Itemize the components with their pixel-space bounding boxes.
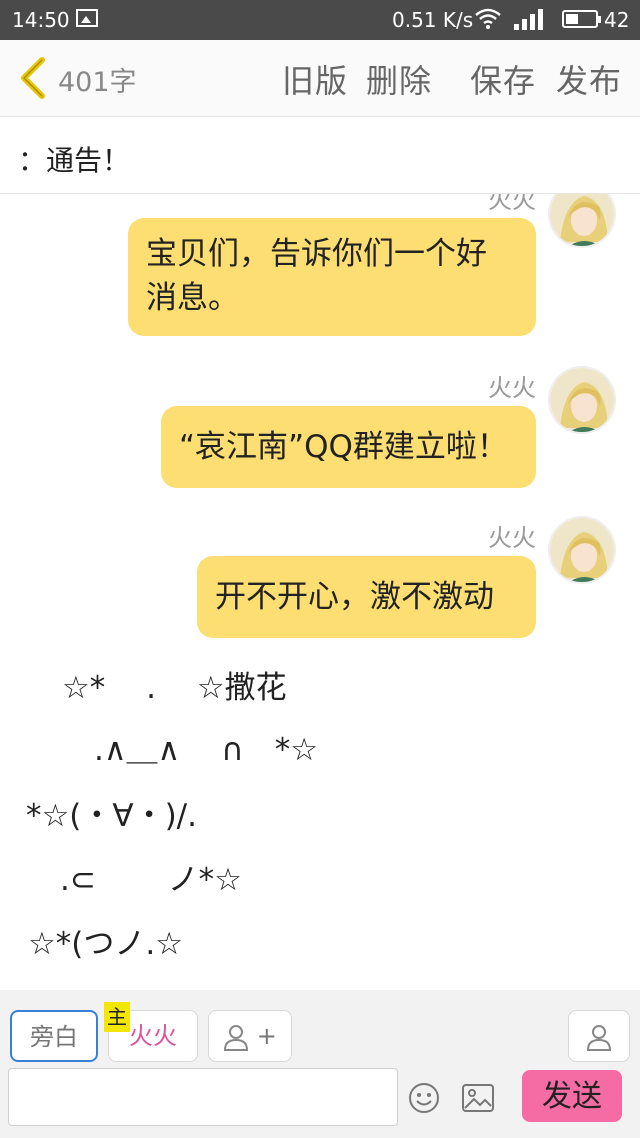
main-character-badge: 主 — [104, 1002, 130, 1032]
status-bar: 14:50 0.51 K/s 42 — [0, 0, 640, 40]
emoji-icon[interactable] — [408, 1082, 440, 1114]
character-avatar[interactable] — [548, 366, 616, 434]
narration-role-button[interactable]: 旁白 — [10, 1010, 98, 1062]
narration-line: *☆(・∀・)/. — [26, 798, 197, 834]
status-time: 14:50 — [12, 8, 70, 32]
message-text-line: 消息。 — [146, 280, 239, 316]
add-person-icon — [224, 1025, 249, 1051]
battery-icon — [562, 10, 601, 28]
narration-line: .∧＿∧ ∩ *☆ — [94, 732, 319, 768]
delete-button[interactable]: 删除 — [366, 56, 432, 102]
image-icon[interactable] — [462, 1084, 494, 1112]
message-input[interactable] — [8, 1068, 398, 1126]
back-chevron-icon[interactable] — [16, 56, 52, 100]
word-count: 401字 — [58, 67, 137, 98]
single-role-button[interactable] — [568, 1010, 630, 1062]
character-avatar[interactable] — [548, 194, 616, 248]
chat-content[interactable]: 火火 宝贝们，告诉你们一个好 消息。 火火 “哀江南”QQ群建立啦！ 火火 开不… — [0, 194, 640, 990]
character-avatar[interactable] — [548, 516, 616, 584]
send-button[interactable]: 发送 — [522, 1070, 622, 1122]
message-bubble[interactable]: “哀江南”QQ群建立啦！ — [161, 406, 536, 488]
message-bubble[interactable]: 开不开心，激不激动 — [197, 556, 536, 638]
add-role-plus: + — [256, 1022, 277, 1050]
battery-level: 42 — [604, 8, 630, 32]
old-version-button[interactable]: 旧版 — [282, 56, 348, 102]
narration-line: ☆* . ☆撒花 — [62, 670, 287, 706]
story-title-bar[interactable]: ：通告！ — [0, 117, 640, 194]
publish-button[interactable]: 发布 — [556, 56, 622, 102]
speaker-name: 火火 — [488, 524, 536, 552]
top-navbar: 401字 旧版 删除 保存 发布 — [0, 40, 640, 117]
network-speed: 0.51 K/s — [392, 8, 474, 32]
image-notification-icon — [76, 9, 98, 27]
message-text-line: 宝贝们，告诉你们一个好 — [146, 236, 487, 272]
wifi-icon — [474, 8, 502, 35]
narration-line: .⊂ ノ*☆ — [60, 862, 242, 898]
story-title: ：通告！ — [18, 144, 131, 177]
save-button[interactable]: 保存 — [470, 56, 536, 102]
message-bubble[interactable]: 宝贝们，告诉你们一个好 消息。 — [128, 218, 536, 336]
message-text: “哀江南”QQ群建立啦！ — [179, 429, 508, 465]
speaker-name: 火火 — [488, 374, 536, 402]
narration-line: (ノ — [96, 978, 139, 990]
person-icon — [586, 1025, 612, 1051]
speaker-name: 火火 — [488, 194, 536, 214]
narration-line: ☆*(つノ.☆ — [28, 926, 184, 962]
message-text: 开不开心，激不激动 — [215, 579, 494, 615]
compose-bar: 旁白 火火 主 + 发送 — [0, 990, 640, 1138]
add-role-button[interactable]: + — [208, 1010, 292, 1062]
cell-signal-icon — [512, 8, 546, 30]
